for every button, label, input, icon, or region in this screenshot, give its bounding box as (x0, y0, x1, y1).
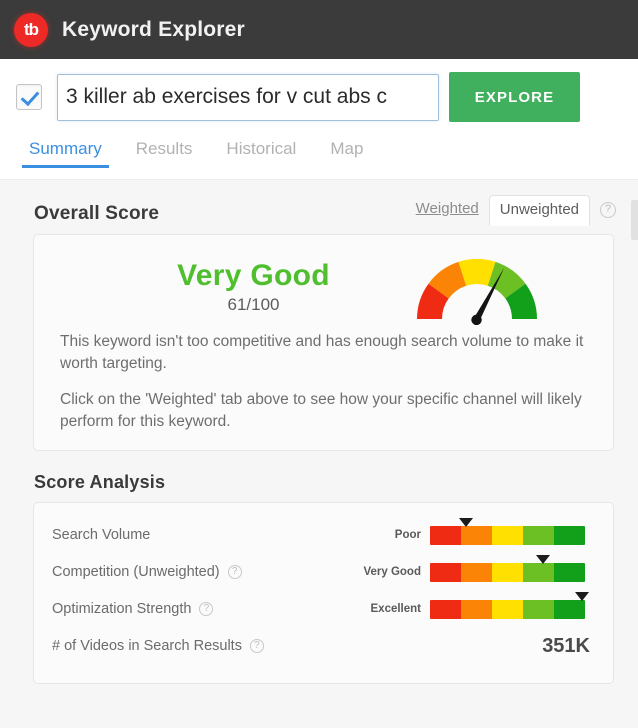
keyword-explorer-app: tb Keyword Explorer 3 killer ab exercise… (0, 0, 638, 728)
score-rating-label: Very Good (177, 259, 330, 292)
overall-score-card: Very Good 61/100 This keyword isn't too … (33, 234, 614, 451)
overall-score-header: Overall Score Weighted Unweighted ? (0, 180, 638, 226)
bar-marker-icon (574, 591, 589, 601)
bar-marker-icon (536, 554, 551, 564)
row-label-competition: Competition (Unweighted) ? (52, 564, 352, 580)
score-description-paragraph-1: This keyword isn't too competitive and h… (60, 333, 584, 373)
bar-segment (523, 562, 554, 582)
score-description-paragraph-2: Click on the 'Weighted' tab above to see… (60, 390, 582, 431)
bar-segment (461, 525, 492, 545)
page-title: Keyword Explorer (62, 17, 245, 41)
bar-segment (492, 599, 523, 619)
bar-segment (554, 562, 585, 582)
row-rating-competition: Very Good (363, 566, 421, 579)
rating-bar-track (430, 599, 585, 619)
tab-historical[interactable]: Historical (209, 135, 313, 168)
tab-weighted[interactable]: Weighted (406, 195, 489, 224)
score-gauge (410, 249, 544, 326)
tab-unweighted[interactable]: Unweighted (488, 195, 590, 226)
bar-segment (492, 525, 523, 545)
rating-bar-competition (430, 554, 585, 582)
row-label-search-volume: Search Volume (52, 527, 352, 543)
overall-score-title: Overall Score (34, 203, 160, 224)
table-row: Competition (Unweighted) ? Very Good (34, 554, 613, 591)
rating-bar-track (430, 525, 585, 545)
score-numeric-value: 61/100 (227, 295, 280, 314)
keyword-input[interactable]: 3 killer ab exercises for v cut abs c (57, 73, 439, 121)
bar-segment (430, 562, 461, 582)
question-circle-icon[interactable]: ? (227, 565, 242, 580)
rating-bar-optimization (430, 591, 589, 619)
bar-segment (492, 562, 523, 582)
row-label-text: Competition (Unweighted) (52, 564, 220, 581)
row-label-text: Search Volume (52, 527, 151, 544)
rating-bar-search-volume (430, 517, 585, 545)
bar-segment (523, 525, 554, 545)
score-text-block: Very Good 61/100 (104, 259, 404, 315)
explore-button[interactable]: EXPLORE (449, 72, 580, 122)
bar-segment (554, 525, 585, 545)
rating-bar-placeholder (430, 637, 542, 656)
score-analysis-title: Score Analysis (34, 471, 166, 492)
table-row: # of Videos in Search Results ? 351K (34, 628, 613, 665)
bar-segment (523, 599, 554, 619)
score-analysis-rows: Search Volume Poor Competition (Unweight… (34, 503, 613, 683)
row-label-optimization: Optimization Strength ? (52, 601, 352, 617)
score-description: This keyword isn't too competitive and h… (34, 329, 613, 450)
tubebuddy-logo-icon: tb (14, 12, 48, 47)
tab-results[interactable]: Results (119, 135, 210, 168)
search-bar: 3 killer ab exercises for v cut abs c EX… (0, 59, 638, 135)
tab-map[interactable]: Map (313, 135, 380, 168)
row-value-videos-count: 351K (542, 634, 590, 657)
bar-segment (461, 562, 492, 582)
summary-panel: Overall Score Weighted Unweighted ? Very… (0, 180, 638, 728)
keyword-checkbox[interactable] (16, 84, 42, 110)
question-circle-icon[interactable]: ? (199, 602, 214, 617)
gauge-svg (416, 258, 537, 326)
score-summary: Very Good 61/100 (34, 235, 613, 329)
question-circle-icon[interactable]: ? (249, 639, 264, 654)
row-label-text: # of Videos in Search Results (52, 638, 242, 655)
question-circle-icon[interactable]: ? (600, 201, 616, 218)
table-row: Optimization Strength ? Excellent (34, 591, 613, 628)
bar-segment (461, 599, 492, 619)
bar-segment (430, 525, 461, 545)
row-label-text: Optimization Strength (52, 601, 192, 618)
main-tabs: Summary Results Historical Map (0, 135, 638, 180)
tab-summary[interactable]: Summary (12, 135, 119, 168)
weighting-tabs: Weighted Unweighted ? (406, 194, 616, 226)
score-analysis-card: Search Volume Poor Competition (Unweight… (33, 501, 614, 684)
app-header: tb Keyword Explorer (0, 0, 638, 59)
rating-bar-track (430, 562, 585, 582)
row-rating-optimization: Excellent (370, 603, 422, 616)
row-label-videos-count: # of Videos in Search Results ? (52, 638, 352, 654)
panel-edge-handle[interactable] (631, 200, 638, 240)
row-rating-search-volume: Poor (394, 529, 421, 542)
bar-segment (430, 599, 461, 619)
bar-marker-icon (458, 517, 473, 527)
table-row: Search Volume Poor (34, 517, 613, 554)
bar-segment (554, 599, 585, 619)
